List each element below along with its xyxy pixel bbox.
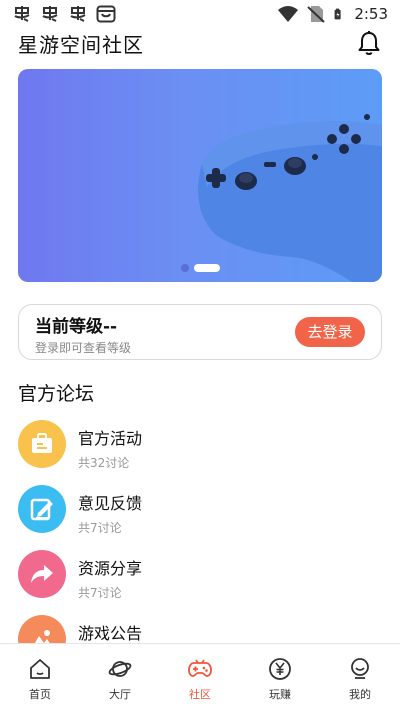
tab-label: 我的 <box>349 688 371 701</box>
app-header: 星游空间社区 <box>18 28 382 58</box>
forum-item-name: 游戏公告 <box>78 624 143 643</box>
yuan-coin-icon <box>269 658 291 680</box>
notification-icons <box>12 5 116 23</box>
tab-lobby[interactable]: 大厅 <box>80 644 160 711</box>
status-bar: 2:53 <box>0 0 400 28</box>
forum-item-name: 资源分享 <box>78 559 143 578</box>
tab-community[interactable]: 社区 <box>160 644 240 711</box>
login-button[interactable]: 去登录 <box>295 317 365 347</box>
app-notification-icon <box>42 6 58 22</box>
planet-icon <box>108 661 132 677</box>
forum-list: 官方活动 共32讨论 意见反馈 共7讨论 资源分享 共7讨论 游戏公告 <box>18 420 382 680</box>
banner-pagination <box>18 264 382 272</box>
tab-profile[interactable]: 我的 <box>320 644 400 711</box>
banner-dot[interactable] <box>180 264 189 272</box>
banner-dot-active[interactable] <box>193 264 220 272</box>
forum-item-resources[interactable]: 资源分享 共7讨论 <box>18 550 382 615</box>
forum-item-name: 意见反馈 <box>78 494 143 513</box>
forum-item-count: 共7讨论 <box>78 586 122 600</box>
forum-item-count: 共32讨论 <box>78 456 130 470</box>
app-notification-icon <box>14 6 30 22</box>
page-title: 星游空间社区 <box>18 32 144 57</box>
feedback-edit-icon <box>18 485 66 533</box>
clock: 2:53 <box>354 5 388 23</box>
bell-icon[interactable] <box>356 30 382 56</box>
level-title: 当前等级-- <box>35 317 118 337</box>
forum-item-activities[interactable]: 官方活动 共32讨论 <box>18 420 382 485</box>
app-notification-icon <box>70 6 86 22</box>
forum-item-name: 官方活动 <box>78 429 143 448</box>
level-subtitle: 登录即可查看等级 <box>35 341 132 355</box>
promo-banner[interactable] <box>18 69 382 282</box>
bottom-tab-bar: 首页 大厅 社区 玩赚 我的 <box>0 643 400 711</box>
tab-label: 玩赚 <box>269 688 291 701</box>
battery-charging-icon <box>334 8 341 20</box>
home-icon <box>30 659 50 679</box>
no-sim-icon <box>307 6 325 23</box>
gamepad-icon <box>188 659 212 677</box>
level-card: 当前等级-- 登录即可查看等级 去登录 <box>18 304 382 360</box>
tab-label: 社区 <box>189 688 211 701</box>
store-notification-icon <box>96 5 116 23</box>
tab-home[interactable]: 首页 <box>0 644 80 711</box>
profile-icon <box>351 658 369 679</box>
forum-item-count: 共7讨论 <box>78 521 122 535</box>
wifi-icon <box>278 6 299 22</box>
forum-item-feedback[interactable]: 意见反馈 共7讨论 <box>18 485 382 550</box>
system-icons: 2:53 <box>278 5 388 23</box>
share-arrow-icon <box>18 550 66 598</box>
tab-earn[interactable]: 玩赚 <box>240 644 320 711</box>
tab-label: 大厅 <box>109 688 131 701</box>
forum-section-title: 官方论坛 <box>18 383 95 405</box>
tab-label: 首页 <box>29 688 51 701</box>
activity-icon <box>18 420 66 468</box>
game-controller-image <box>198 114 382 282</box>
